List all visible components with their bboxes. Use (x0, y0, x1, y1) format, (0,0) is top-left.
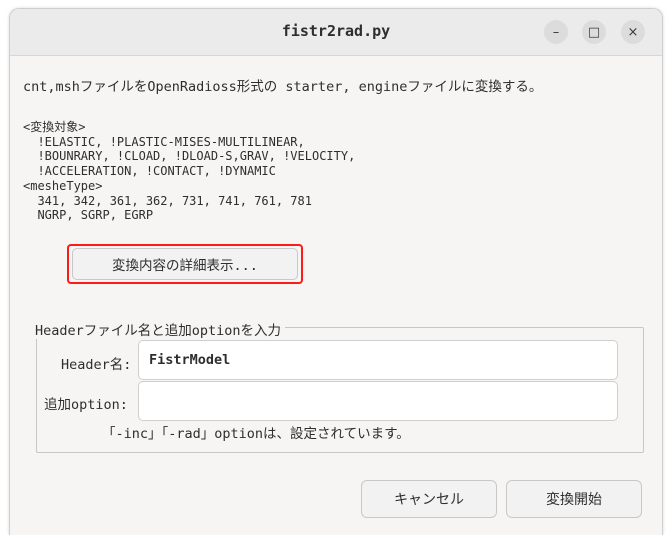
info-line: NGRP, SGRP, EGRP (23, 208, 154, 223)
description-text: cnt,mshファイルをOpenRadioss形式の starter, engi… (23, 79, 543, 95)
info-line: !BOUNRARY, !CLOAD, !DLOAD-S,GRAV, !VELOC… (23, 149, 356, 164)
info-line: 341, 342, 361, 362, 731, 741, 761, 781 (23, 193, 312, 208)
additional-option-field[interactable] (138, 381, 618, 421)
cancel-button[interactable]: キャンセル (361, 480, 497, 518)
close-icon[interactable]: × (621, 20, 645, 44)
highlight-box (67, 244, 303, 284)
conversion-info: <変換対象> !ELASTIC, !PLASTIC-MISES-MULTILIN… (23, 120, 355, 223)
group-legend: Headerファイル名と追加optionを入力 (35, 319, 286, 339)
minimize-icon[interactable]: – (544, 20, 568, 44)
header-name-label: Header名: (61, 357, 132, 373)
dialog-window: fistr2rad.py – □ × cnt,mshファイルをOpenRadio… (9, 8, 663, 535)
additional-option-label: 追加option: (44, 397, 128, 413)
info-line: <変換対象> (23, 120, 86, 134)
info-line: <mesheType> (23, 178, 103, 193)
maximize-icon[interactable]: □ (582, 20, 606, 44)
title-bar[interactable]: fistr2rad.py – □ × (10, 9, 662, 56)
start-conversion-button[interactable]: 変換開始 (506, 480, 642, 518)
dialog-content: cnt,mshファイルをOpenRadioss形式の starter, engi… (10, 55, 662, 535)
info-line: !ELASTIC, !PLASTIC-MISES-MULTILINEAR, (23, 134, 305, 149)
header-name-field[interactable]: FistrModel (138, 340, 618, 380)
info-line: !ACCELERATION, !CONTACT, !DYNAMIC (23, 164, 276, 179)
option-hint-text: 「-inc」「-rad」optionは、設定されています。 (102, 426, 410, 442)
